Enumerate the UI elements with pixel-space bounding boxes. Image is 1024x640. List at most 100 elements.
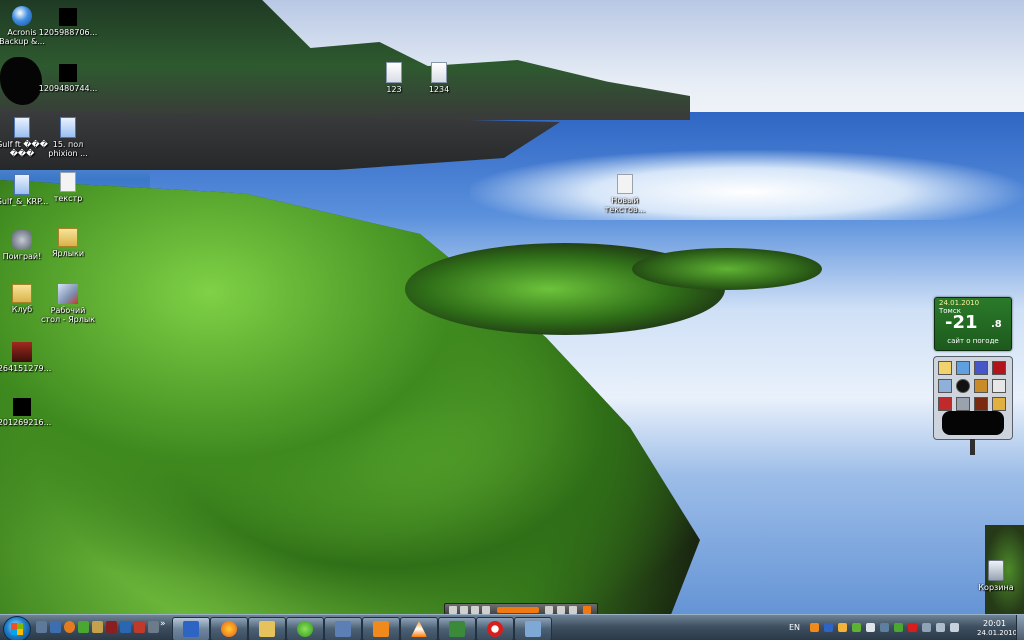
playlist-icon[interactable]	[569, 606, 577, 614]
desktop-icon-recycle-bin[interactable]: Корзина	[964, 560, 1024, 592]
repeat-icon[interactable]	[545, 606, 553, 614]
redacted-file-icon	[13, 398, 31, 416]
desktop-icon-1209[interactable]: 1209480744...	[36, 64, 100, 93]
folder-icon[interactable]	[92, 621, 103, 633]
file-icon	[386, 62, 402, 83]
taskbar-button-image[interactable]	[438, 617, 476, 640]
next-icon[interactable]	[482, 606, 490, 614]
explorer-icon	[259, 621, 275, 637]
language-indicator[interactable]: EN	[789, 623, 800, 632]
taskbar-button-floppy[interactable]	[172, 617, 210, 640]
tray-app-icon[interactable]	[824, 623, 833, 632]
clock-time[interactable]: 20:01	[983, 619, 1006, 628]
network-icon[interactable]	[922, 623, 931, 632]
app-icon[interactable]	[134, 621, 145, 633]
opera-icon	[487, 621, 503, 637]
show-desktop-icon[interactable]	[36, 621, 47, 633]
shuffle-icon[interactable]	[557, 606, 565, 614]
clock-date[interactable]: 24.01.2010	[977, 629, 1017, 637]
download-icon	[525, 621, 541, 637]
volume-slider[interactable]	[497, 607, 539, 613]
firefox-icon	[221, 621, 237, 637]
launcher-gadget[interactable]	[933, 356, 1013, 455]
close-icon[interactable]	[583, 606, 591, 614]
taskbar: » EN 20:01 24.01.2010	[0, 614, 1024, 640]
start-button[interactable]	[3, 616, 31, 640]
tray-app-icon[interactable]	[866, 623, 875, 632]
image-icon	[449, 621, 465, 637]
icq-icon[interactable]	[78, 621, 89, 633]
tray-app-icon[interactable]	[908, 623, 917, 632]
volume-icon[interactable]	[950, 623, 959, 632]
weather-gadget[interactable]: 24.01.2010 Томск -21 .8 сайт о погоде	[934, 297, 1012, 351]
icon-label: 1201269216...	[0, 418, 52, 427]
media-icon[interactable]	[106, 621, 117, 633]
redaction-blob	[942, 411, 1004, 435]
desktop-icon-15-pol[interactable]: 15. пол phixion ...	[36, 117, 100, 158]
window-icon[interactable]	[938, 379, 952, 393]
acronis-icon	[12, 6, 32, 26]
car-icon[interactable]	[938, 397, 952, 411]
desktop-icon-1234[interactable]: 1234	[407, 62, 471, 94]
taskbar-button-vlc[interactable]	[400, 617, 438, 640]
firefox-icon[interactable]	[64, 621, 75, 633]
weather-temperature-decimal: .8	[991, 319, 1002, 330]
desktop-icon-desktop-shortcut[interactable]: Рабочий стол - Ярлык	[36, 284, 100, 324]
switch-windows-icon[interactable]	[50, 621, 61, 633]
tray-app-icon[interactable]	[810, 623, 819, 632]
monitor-icon[interactable]	[956, 361, 970, 375]
wallpaper-moss-small	[632, 248, 822, 290]
weather-site-link[interactable]: сайт о погоде	[937, 337, 1009, 345]
desktop-icon-video-1264[interactable]: 1264151279...	[0, 342, 54, 373]
settings-icon[interactable]	[992, 397, 1006, 411]
pause-icon[interactable]	[471, 606, 479, 614]
taskbar-button-download[interactable]	[514, 617, 552, 640]
icon-label: 1205988706...	[38, 28, 98, 37]
user-icon[interactable]	[974, 361, 988, 375]
redacted-file-icon	[59, 64, 77, 82]
desktop-icon-shortcuts[interactable]: Ярлыки	[36, 228, 100, 258]
tray-app-icon[interactable]	[936, 623, 945, 632]
weather-date: 24.01.2010	[939, 299, 980, 307]
play-icon[interactable]	[460, 606, 468, 614]
taskbar-button-media-player[interactable]	[362, 617, 400, 640]
game-icon[interactable]	[974, 397, 988, 411]
folder-icon	[58, 228, 78, 247]
document-icon	[14, 117, 30, 138]
computer-icon	[335, 621, 351, 637]
desktop-icon-textr[interactable]: текстр	[36, 172, 100, 203]
tray-app-icon[interactable]	[838, 623, 847, 632]
taskbar-button-icq[interactable]	[286, 617, 324, 640]
text-file-icon	[60, 172, 76, 192]
taskbar-button-firefox[interactable]	[210, 617, 248, 640]
folder-icon[interactable]	[938, 361, 952, 375]
taskbar-button-explorer[interactable]	[248, 617, 286, 640]
desktop-icon-new-text[interactable]: Новый текстов...	[593, 174, 657, 214]
taskbar-button-computer[interactable]	[324, 617, 362, 640]
icq-tray-icon[interactable]	[894, 623, 903, 632]
document-icon	[60, 117, 76, 138]
app-icon[interactable]	[148, 621, 159, 633]
music-icon[interactable]	[956, 397, 970, 411]
desktop[interactable]: Acronis Backup &... Gulf ft ��� ��� Gulf…	[0, 0, 1024, 640]
taskbar-button-opera[interactable]	[476, 617, 514, 640]
windows-orb-icon	[11, 623, 23, 635]
desktop-icon-1205[interactable]: 1205988706...	[36, 8, 100, 37]
icon-label: Рабочий стол - Ярлык	[41, 306, 95, 324]
tools-icon[interactable]	[974, 379, 988, 393]
chevron-icon[interactable]: »	[160, 619, 168, 631]
desktop-icon-1201[interactable]: 1201269216...	[0, 398, 54, 427]
folder-icon	[12, 284, 32, 303]
tray-app-icon[interactable]	[880, 623, 889, 632]
prev-icon[interactable]	[449, 606, 457, 614]
document-icon	[14, 174, 30, 195]
pen-icon[interactable]	[992, 379, 1006, 393]
app-icon[interactable]	[992, 361, 1006, 375]
shortcut-icon	[58, 284, 78, 304]
tray-app-icon[interactable]	[852, 623, 861, 632]
floppy-icon	[183, 621, 199, 637]
show-desktop-button[interactable]	[1016, 615, 1024, 640]
app-icon[interactable]	[120, 621, 131, 633]
redacted-icon	[956, 379, 970, 393]
icon-label: 1234	[428, 85, 450, 94]
